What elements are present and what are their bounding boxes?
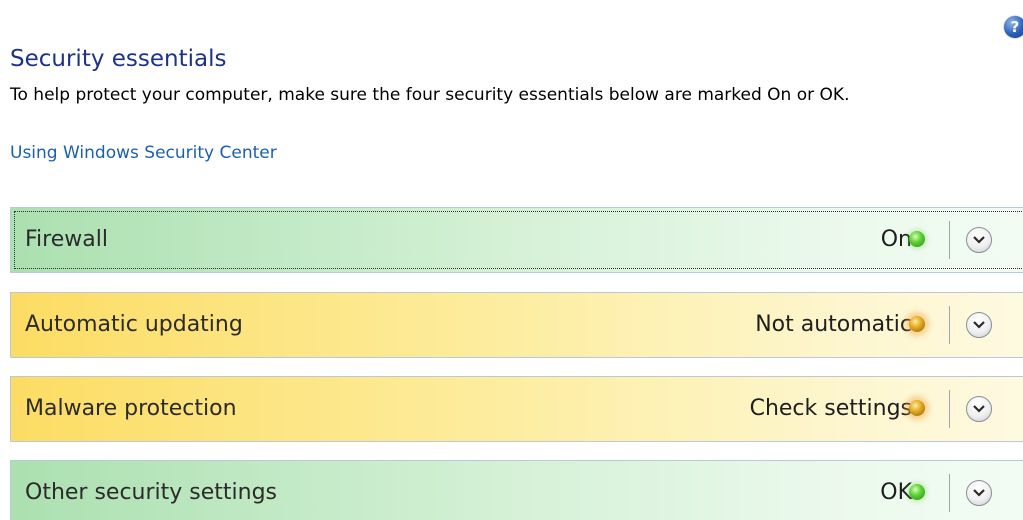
help-icon[interactable]: ? [1004,16,1023,38]
chevron-down-icon [973,321,985,329]
status-light-icon [909,484,925,500]
page-description: To help protect your computer, make sure… [10,85,850,105]
essential-row-malware-protection[interactable]: Malware protection Check settings [10,376,1023,442]
essential-status: Not automatic [755,312,912,337]
divider [949,306,950,344]
chevron-down-icon [973,489,985,497]
divider [949,474,950,512]
using-security-center-link[interactable]: Using Windows Security Center [10,142,277,165]
page-title: Security essentials [10,46,227,72]
chevron-down-icon [973,405,985,413]
expand-button[interactable] [966,480,992,506]
essential-status: Check settings [749,396,912,421]
divider [949,390,950,428]
essential-status: On [880,227,912,252]
divider [949,221,950,259]
expand-button[interactable] [966,396,992,422]
essential-label: Automatic updating [25,312,243,337]
essential-label: Other security settings [25,480,278,505]
status-light-icon [909,316,925,332]
essential-label: Firewall [25,227,108,252]
essential-row-firewall[interactable]: Firewall On [10,207,1023,273]
chevron-down-icon [973,236,985,244]
essential-status: OK [880,480,912,505]
essential-label: Malware protection [25,396,237,421]
essential-row-other-security-settings[interactable]: Other security settings OK [10,460,1023,520]
essential-row-automatic-updating[interactable]: Automatic updating Not automatic [10,292,1023,358]
expand-button[interactable] [966,227,992,253]
expand-button[interactable] [966,312,992,338]
status-light-icon [909,231,925,247]
status-light-icon [909,400,925,416]
